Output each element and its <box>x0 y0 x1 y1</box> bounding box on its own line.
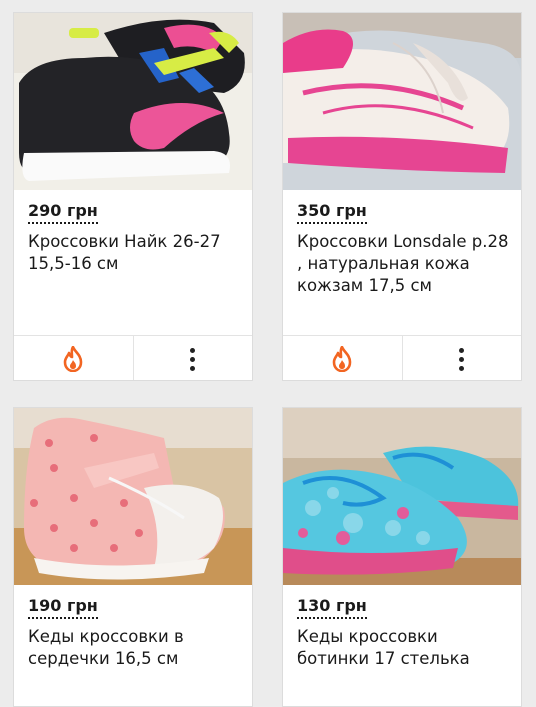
flame-icon <box>63 346 83 372</box>
listing-title[interactable]: Кроссовки Найк 26-27 15,5-16 см <box>28 231 242 275</box>
listing-card[interactable]: 290 грн Кроссовки Найк 26-27 15,5-16 см <box>13 12 253 381</box>
listing-photo[interactable] <box>14 408 252 585</box>
flame-icon <box>332 346 352 372</box>
listing-card[interactable]: 350 грн Кроссовки Lonsdale р.28 , натура… <box>282 12 522 381</box>
listing-price: 350 грн <box>297 201 367 224</box>
more-options-button[interactable] <box>132 336 253 380</box>
promote-button[interactable] <box>283 336 402 380</box>
listing-price: 190 грн <box>28 596 98 619</box>
listing-actions <box>283 335 522 380</box>
listing-title[interactable]: Кеды кроссовки ботинки 17 стелька <box>297 626 511 670</box>
listing-card[interactable]: 130 грн Кеды кроссовки ботинки 17 стельк… <box>282 407 522 707</box>
listing-title[interactable]: Кроссовки Lonsdale р.28 , натуральная ко… <box>297 231 511 297</box>
more-options-button[interactable] <box>401 336 522 380</box>
listing-photo[interactable] <box>283 408 521 585</box>
listing-price: 290 грн <box>28 201 98 224</box>
listing-card[interactable]: 190 грн Кеды кроссовки в сердечки 16,5 с… <box>13 407 253 707</box>
more-vertical-icon <box>459 347 465 371</box>
promote-button[interactable] <box>14 336 133 380</box>
listing-actions <box>14 335 253 380</box>
listing-price: 130 грн <box>297 596 367 619</box>
listing-photo[interactable] <box>283 13 521 190</box>
listing-title[interactable]: Кеды кроссовки в сердечки 16,5 см <box>28 626 242 670</box>
listing-photo[interactable] <box>14 13 252 190</box>
more-vertical-icon <box>190 347 196 371</box>
